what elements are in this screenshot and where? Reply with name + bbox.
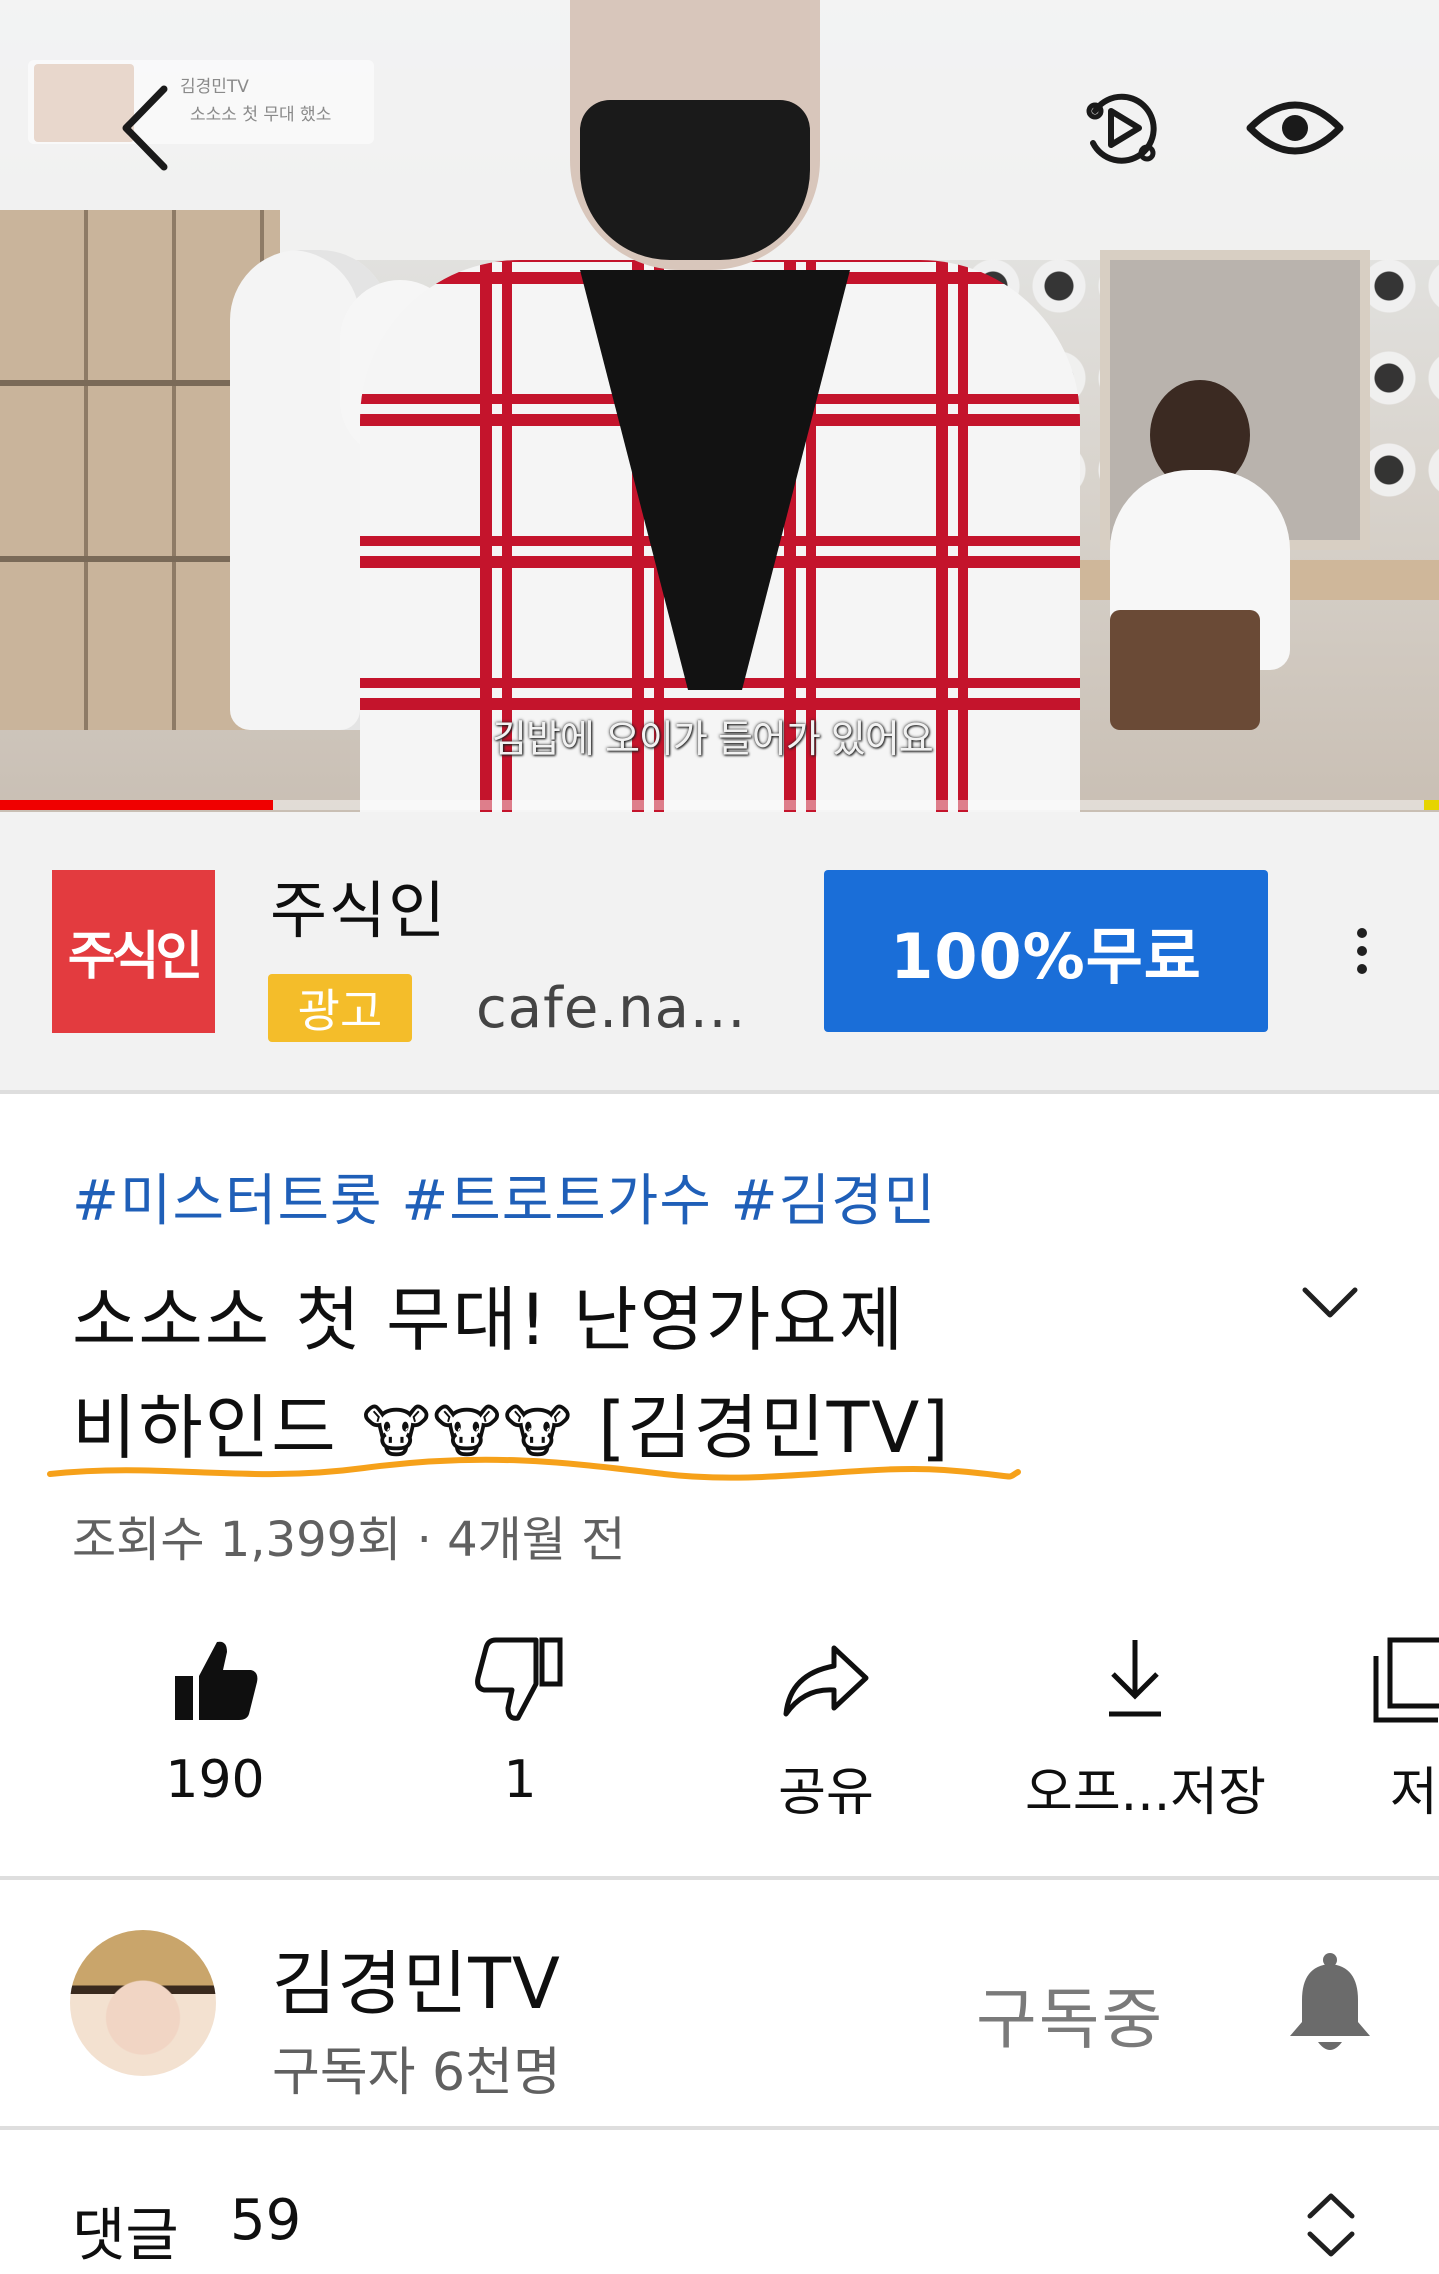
dislike-count: 1: [503, 1750, 537, 1810]
video-watermark-subtitle: 소소소 첫 무대 했소: [190, 105, 332, 125]
ad-cta-button[interactable]: 100%무료: [824, 870, 1268, 1032]
video-scene-face-mask: [580, 100, 810, 260]
ad-more-options-button[interactable]: [1340, 900, 1386, 1000]
section-divider: [0, 1876, 1439, 1880]
chevron-down-icon: [1302, 1287, 1358, 1318]
save-label: 저: [1390, 1763, 1438, 1823]
share-arrow-icon: [783, 1645, 869, 1717]
download-button[interactable]: 오프...저장: [1025, 1620, 1266, 1823]
save-playlist-icon: [1373, 1637, 1439, 1723]
comments-expand-button[interactable]: [1300, 2186, 1362, 2264]
comments-count: 59: [230, 2188, 302, 2253]
autoplay-button[interactable]: [1070, 78, 1170, 178]
share-button[interactable]: 공유: [716, 1620, 936, 1823]
share-label: 공유: [778, 1763, 874, 1823]
title-highlight-underline: [47, 1456, 1021, 1481]
ad-url[interactable]: cafe.na...: [476, 976, 746, 1041]
channel-avatar[interactable]: [70, 1930, 216, 2076]
back-arrow-icon: [122, 85, 168, 171]
thumbs-down-icon: [475, 1637, 563, 1721]
section-divider: [0, 2126, 1439, 2130]
save-to-playlist-button[interactable]: 저: [1330, 1620, 1439, 1823]
dislike-button[interactable]: 1: [410, 1620, 630, 1820]
video-hashtags[interactable]: #미스터트롯 #트로트가수 #김경민: [72, 1156, 936, 1237]
download-label: 오프...저장: [1025, 1763, 1266, 1823]
ad-badge: 광고: [268, 974, 412, 1042]
video-watermark-title: 김경민TV: [180, 77, 249, 97]
expand-collapse-icon: [1307, 2193, 1355, 2257]
visibility-button[interactable]: [1240, 88, 1350, 168]
back-button[interactable]: [106, 78, 186, 178]
like-count: 190: [165, 1750, 265, 1810]
video-subtitle: 김밥에 오이가 들어가 있어요: [492, 717, 934, 761]
ad-logo[interactable]: 주식인: [52, 870, 215, 1033]
notification-bell-button[interactable]: [1282, 1950, 1378, 2060]
video-progress-ad-marker: [1424, 800, 1439, 810]
bell-icon: [1290, 1953, 1370, 2050]
video-title-line-1[interactable]: 소소소 첫 무대! 난영가요제: [72, 1264, 905, 1365]
video-scene-chair: [1110, 610, 1260, 730]
subscriber-count: 구독자 6천명: [272, 2043, 561, 2103]
expand-description-button[interactable]: [1300, 1272, 1360, 1332]
video-progress-fill: [0, 800, 273, 810]
download-icon: [1109, 1640, 1161, 1717]
comments-label[interactable]: 댓글: [72, 2188, 179, 2272]
eye-icon: [1246, 101, 1344, 155]
autoplay-icon: [1086, 93, 1157, 164]
like-button[interactable]: 190: [105, 1620, 325, 1820]
thumbs-up-filled-icon: [175, 1641, 258, 1720]
channel-name[interactable]: 김경민TV: [272, 1928, 561, 2029]
video-view-count: 조회수 1,399회 · 4개월 전: [72, 1512, 626, 1568]
subscribed-button[interactable]: 구독중: [976, 1966, 1164, 2062]
ad-advertiser-name[interactable]: 주식인: [270, 860, 447, 950]
section-divider: [0, 1090, 1439, 1094]
